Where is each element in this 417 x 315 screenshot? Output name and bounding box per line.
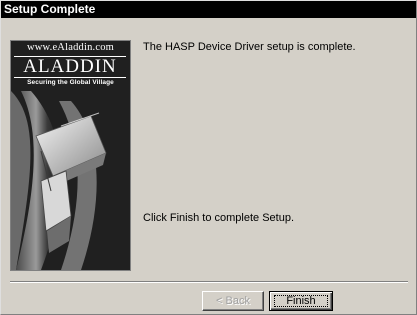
- banner-tagline: Securing the Global Village: [27, 79, 114, 86]
- window-title: Setup Complete: [4, 2, 96, 16]
- finish-button[interactable]: Finish: [269, 291, 333, 311]
- button-divider: [10, 281, 408, 283]
- aladdin-logo: ALADDIN: [14, 56, 126, 78]
- banner-url: www.eAladdin.com: [26, 42, 115, 53]
- back-button[interactable]: < Back: [202, 291, 264, 311]
- finish-instruction-text: Click Finish to complete Setup.: [143, 212, 295, 224]
- title-bar[interactable]: Setup Complete: [1, 1, 416, 18]
- finish-button-label: Finish: [286, 295, 316, 307]
- setup-complete-dialog: Setup Complete www.eAladdin.com ALADDIN …: [0, 0, 417, 315]
- setup-status-text: The HASP Device Driver setup is complete…: [143, 41, 356, 53]
- aladdin-banner-image: www.eAladdin.com ALADDIN Securing the Gl…: [10, 40, 131, 271]
